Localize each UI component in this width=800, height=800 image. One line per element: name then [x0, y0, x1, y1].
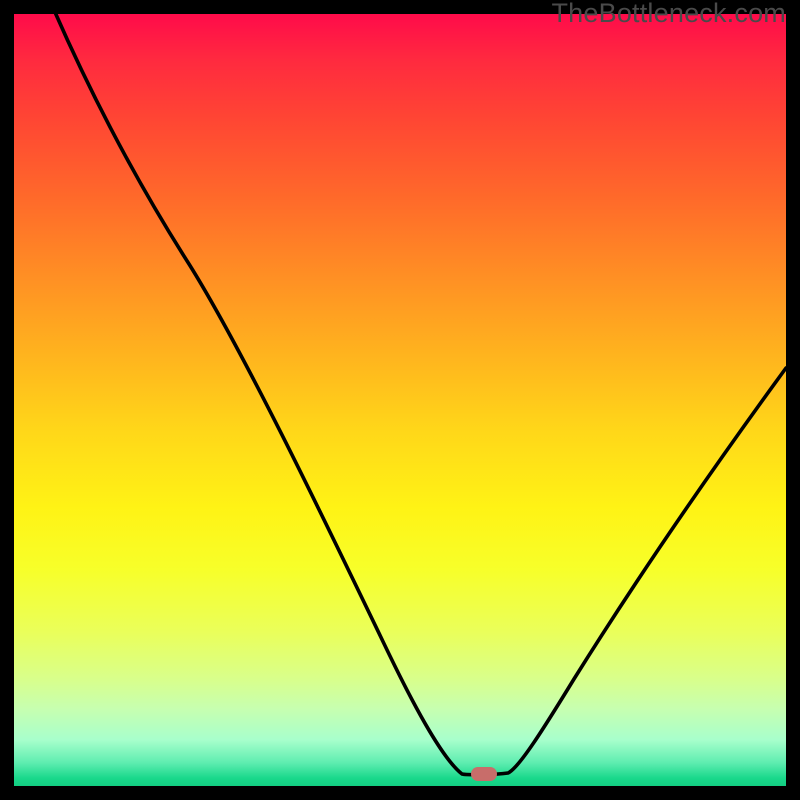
bottleneck-curve — [14, 14, 786, 786]
optimum-marker — [471, 767, 497, 781]
curve-path — [54, 10, 786, 775]
chart-container: TheBottleneck.com — [0, 0, 800, 800]
watermark-text: TheBottleneck.com — [551, 0, 786, 27]
plot-area — [14, 14, 786, 786]
